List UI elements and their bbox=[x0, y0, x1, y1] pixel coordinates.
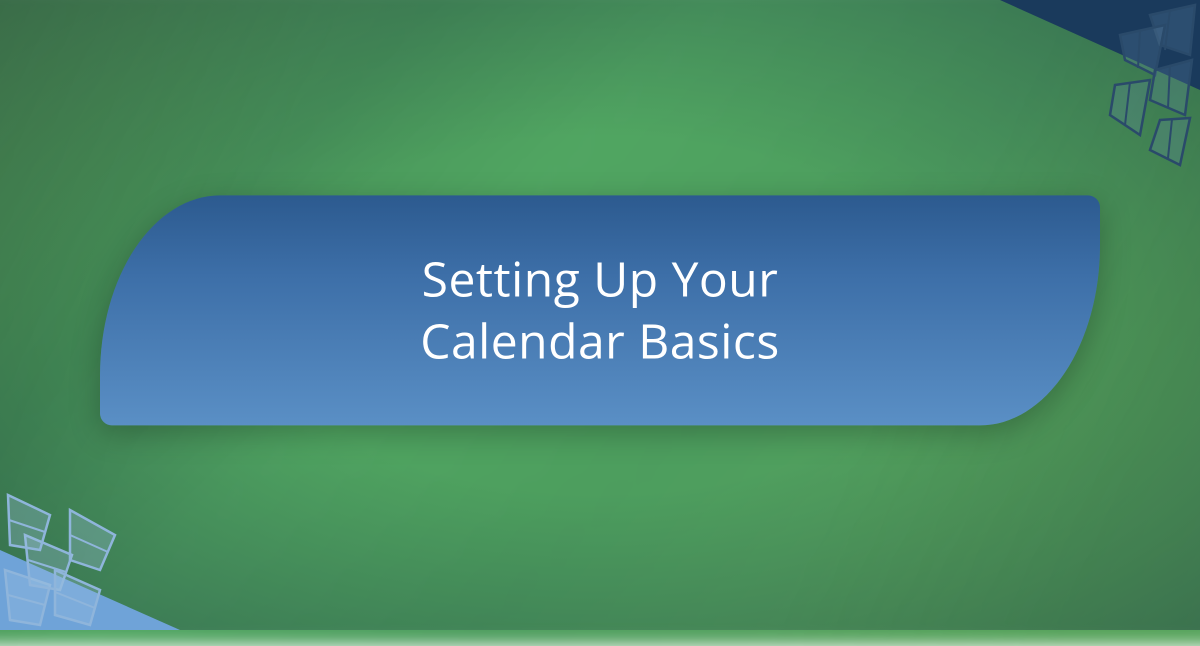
title-banner: Setting Up Your Calendar Basics bbox=[100, 195, 1100, 425]
page-title: Setting Up Your Calendar Basics bbox=[420, 248, 780, 373]
title-line-2: Calendar Basics bbox=[420, 308, 780, 373]
title-line-1: Setting Up Your bbox=[422, 246, 779, 311]
